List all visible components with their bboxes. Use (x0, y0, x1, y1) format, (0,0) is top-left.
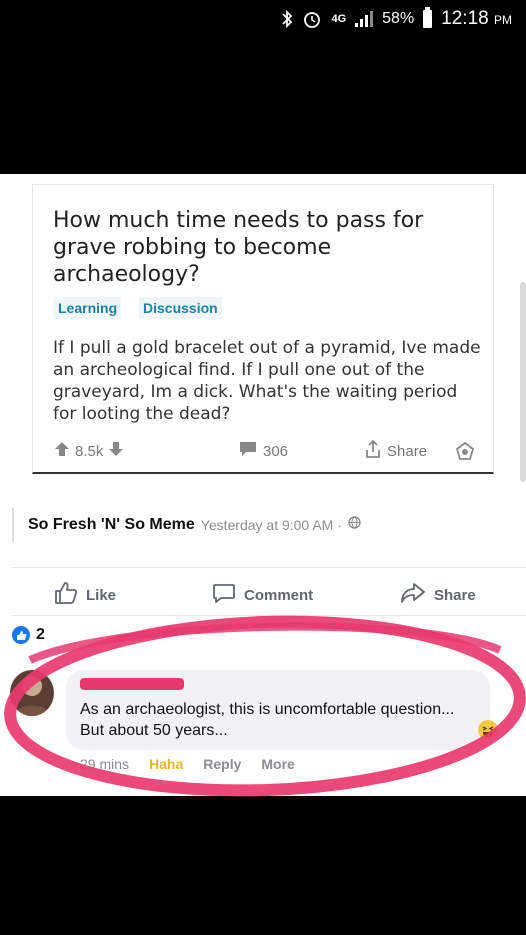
clock-ampm: PM (494, 13, 512, 27)
comment-meta: 29 mins Haha Reply More (80, 756, 295, 772)
clock-time: 12:18 (441, 8, 489, 29)
divider (12, 567, 526, 568)
post-body: If I pull a gold bracelet out of a pyram… (53, 338, 481, 424)
share-arrow-icon (400, 581, 426, 609)
reaction-count: 2 (36, 626, 45, 643)
vote-group: 8.5k (55, 439, 124, 463)
haha-reaction-icon[interactable] (478, 720, 498, 740)
share-button[interactable]: Share (400, 576, 476, 614)
signal-icon (355, 11, 374, 27)
commenter-avatar[interactable] (10, 670, 54, 716)
page-attribution: So Fresh 'N' So Meme Yesterday at 9:00 A… (12, 508, 361, 542)
comment-haha-button[interactable]: Haha (149, 756, 183, 772)
comment-more-button[interactable]: More (261, 756, 294, 772)
share-upload-icon (365, 439, 381, 462)
comment-bubble[interactable]: As an archaeologist, this is uncomfortab… (66, 670, 490, 750)
battery-icon (423, 7, 433, 28)
network-label: 4G (331, 13, 347, 25)
post-actions: 8.5k 306 Share (55, 439, 475, 463)
comment-text: As an archaeologist, this is uncomfortab… (80, 701, 455, 739)
post-timestamp[interactable]: Yesterday at 9:00 AM · (201, 517, 342, 533)
post-title: How much time needs to pass for grave ro… (53, 208, 424, 287)
like-button[interactable]: Like (54, 576, 116, 614)
post-share-label: Share (387, 442, 428, 460)
comment-icon (212, 581, 236, 609)
battery-percent: 58% (382, 10, 415, 27)
flair-learning: Learning (54, 297, 122, 319)
comment-count-group: 306 (239, 439, 288, 463)
share-label: Share (434, 586, 476, 604)
page-name-link[interactable]: So Fresh 'N' So Meme (28, 516, 195, 534)
shared-post-image[interactable]: How much time needs to pass for grave ro… (32, 184, 494, 474)
downvote-icon (109, 442, 124, 460)
clock: 12:18 PM (441, 8, 512, 30)
post-action-bar: Like Comment Share (0, 576, 526, 614)
comment-time[interactable]: 29 mins (80, 756, 129, 772)
award-icon (455, 439, 475, 463)
flair-discussion: Discussion (139, 297, 222, 319)
like-reaction-icon (12, 626, 30, 644)
upvote-count: 8.5k (75, 442, 104, 460)
thumbs-up-icon (54, 581, 78, 609)
globe-icon (348, 516, 361, 534)
comment-button[interactable]: Comment (212, 576, 313, 614)
status-bar: 4G 58% 12:18 PM (0, 0, 526, 38)
comment-bubble-icon (239, 441, 257, 461)
comment-label: Comment (244, 586, 314, 604)
scrollbar[interactable] (520, 282, 526, 482)
alarm-icon (302, 9, 322, 29)
comment-reply-button[interactable]: Reply (203, 756, 241, 772)
comment-count: 306 (263, 442, 289, 460)
like-label: Like (86, 586, 117, 604)
post-sheet: How much time needs to pass for grave ro… (0, 174, 526, 796)
divider (12, 615, 526, 616)
bluetooth-icon (281, 10, 293, 28)
redacted-commenter-name (80, 678, 184, 690)
post-share-group: Share (365, 439, 427, 463)
upvote-icon (55, 442, 69, 460)
reaction-summary[interactable]: 2 (12, 626, 45, 644)
